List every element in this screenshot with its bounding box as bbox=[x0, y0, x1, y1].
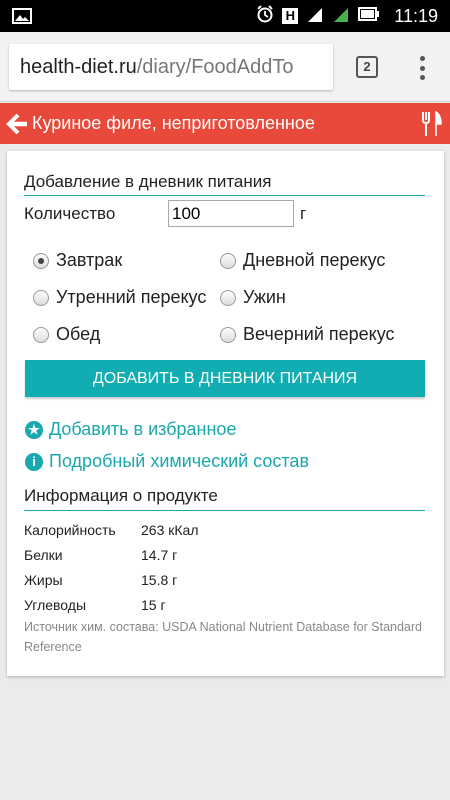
radio-evening-snack[interactable]: Вечерний перекус bbox=[220, 324, 395, 345]
radio-breakfast[interactable]: Завтрак bbox=[33, 250, 122, 271]
content-card: Добавление в дневник питания Количество … bbox=[7, 151, 444, 676]
url-path: /diary/FoodAddTo bbox=[136, 56, 294, 78]
add-to-favorites-link[interactable]: ★ Добавить в избранное bbox=[25, 419, 236, 440]
browser-toolbar: health-diet.ru/diary/FoodAddTo 2 bbox=[0, 32, 450, 102]
nutrient-name: Калорийность bbox=[24, 522, 116, 538]
diary-section-title: Добавление в дневник питания bbox=[24, 172, 272, 191]
star-icon: ★ bbox=[25, 420, 43, 439]
overflow-menu-icon[interactable] bbox=[410, 54, 434, 82]
radio-button[interactable] bbox=[220, 289, 236, 306]
source-note: Источник хим. состава: USDA National Nut… bbox=[24, 620, 422, 654]
nutrient-value: 15 г bbox=[141, 597, 166, 613]
nutrient-value: 15.8 г bbox=[141, 572, 178, 588]
status-bar: H 11:19 bbox=[0, 0, 450, 32]
radio-label: Завтрак bbox=[56, 250, 123, 270]
radio-label: Ужин bbox=[243, 287, 286, 307]
radio-button[interactable] bbox=[220, 252, 236, 269]
info-icon: i bbox=[25, 452, 43, 471]
radio-label: Дневной перекус bbox=[243, 250, 386, 270]
nutrient-name: Жиры bbox=[24, 572, 63, 588]
product-info-title: Информация о продукте bbox=[24, 486, 218, 505]
quantity-label: Количество bbox=[24, 204, 116, 223]
alarm-icon bbox=[256, 4, 274, 28]
radio-morning-snack[interactable]: Утренний перекус bbox=[33, 287, 206, 308]
signal-icon bbox=[306, 5, 324, 28]
battery-icon bbox=[358, 6, 380, 26]
add-to-diary-button[interactable]: ДОБАВИТЬ В ДНЕВНИК ПИТАНИЯ bbox=[25, 360, 425, 397]
back-arrow-icon[interactable] bbox=[5, 112, 29, 136]
chemical-composition-link[interactable]: i Подробный химический состав bbox=[25, 451, 309, 472]
tab-switcher-button[interactable]: 2 bbox=[356, 56, 378, 78]
nutrient-value: 263 кКал bbox=[141, 522, 199, 538]
url-domain: health-diet.ru bbox=[20, 56, 137, 78]
link-label: Добавить в избранное bbox=[49, 419, 237, 439]
clock: 11:19 bbox=[394, 5, 438, 26]
page-header: Куриное филе, неприготовленное bbox=[0, 103, 450, 144]
network-h-icon: H bbox=[282, 8, 299, 24]
radio-label: Утренний перекус bbox=[56, 287, 207, 307]
divider bbox=[24, 195, 425, 196]
radio-button[interactable] bbox=[220, 326, 236, 343]
page-title: Куриное филе, неприготовленное bbox=[32, 113, 315, 133]
gallery-icon bbox=[12, 8, 32, 29]
divider bbox=[24, 510, 425, 511]
url-field[interactable]: health-diet.ru/diary/FoodAddTo bbox=[9, 44, 333, 90]
quantity-unit: г bbox=[300, 204, 307, 223]
nutrient-name: Углеводы bbox=[24, 597, 87, 613]
radio-lunch[interactable]: Обед bbox=[33, 324, 100, 345]
nutrient-value: 14.7 г bbox=[141, 547, 178, 563]
radio-button[interactable] bbox=[33, 289, 49, 306]
radio-button[interactable] bbox=[33, 326, 49, 343]
radio-afternoon-snack[interactable]: Дневной перекус bbox=[220, 250, 385, 271]
link-label: Подробный химический состав bbox=[49, 451, 310, 471]
quantity-input[interactable] bbox=[168, 200, 294, 227]
signal-2-icon bbox=[332, 5, 350, 28]
radio-button[interactable] bbox=[33, 252, 49, 269]
fork-knife-icon[interactable] bbox=[420, 110, 442, 137]
radio-label: Вечерний перекус bbox=[243, 324, 395, 344]
radio-label: Обед bbox=[56, 324, 101, 344]
radio-dinner[interactable]: Ужин bbox=[220, 287, 286, 308]
nutrient-name: Белки bbox=[24, 547, 63, 563]
